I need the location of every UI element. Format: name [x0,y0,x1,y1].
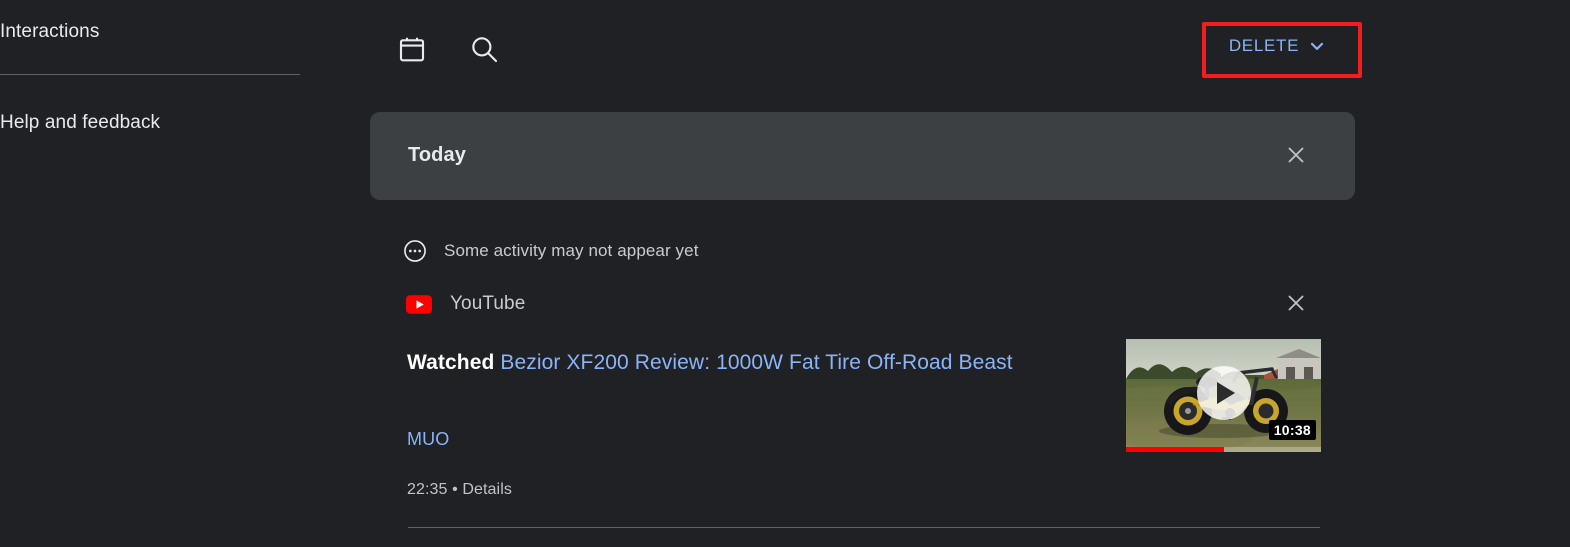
activity-source-row: YouTube [406,288,525,320]
video-duration-badge: 10:38 [1268,420,1316,440]
pending-activity-notice: Some activity may not appear yet [402,236,699,266]
activity-feed: Today Some activity may not appear yet Y… [370,0,1570,547]
activity-entry-title: Watched Bezior XF200 Review: 1000W Fat T… [407,345,1067,381]
watch-progress-fill [1126,447,1224,452]
activity-timestamp: 22:35 [407,481,448,498]
watch-progress-bar [1126,447,1321,452]
today-banner-title: Today [408,144,466,166]
meta-separator: • [452,481,458,498]
sidebar-item-help-and-feedback[interactable]: Help and feedback [0,111,160,135]
activity-action-label: Watched [407,351,495,374]
play-icon[interactable] [1196,366,1251,421]
sidebar-divider [0,74,300,75]
activity-video-link[interactable]: Bezior XF200 Review: 1000W Fat Tire Off-… [500,351,1012,374]
activity-details-link[interactable]: Details [462,481,512,498]
close-icon [1284,143,1308,172]
activity-entry-meta: 22:35 • Details [407,481,512,499]
youtube-icon [406,294,432,314]
activity-source-name: YouTube [450,293,526,314]
sidebar-item-interactions[interactable]: Interactions [0,20,99,44]
entry-divider [408,527,1320,528]
pending-dots-icon [402,238,428,264]
today-banner: Today [370,112,1355,200]
video-thumbnail[interactable]: 10:38 [1126,339,1321,452]
activity-channel-link[interactable]: MUO [407,429,449,450]
today-banner-close-button[interactable] [1280,141,1312,173]
pending-activity-notice-text: Some activity may not appear yet [444,241,699,260]
activity-entry-close-button[interactable] [1280,289,1312,321]
close-icon [1284,291,1308,320]
sidebar: Interactions Help and feedback [0,0,370,547]
